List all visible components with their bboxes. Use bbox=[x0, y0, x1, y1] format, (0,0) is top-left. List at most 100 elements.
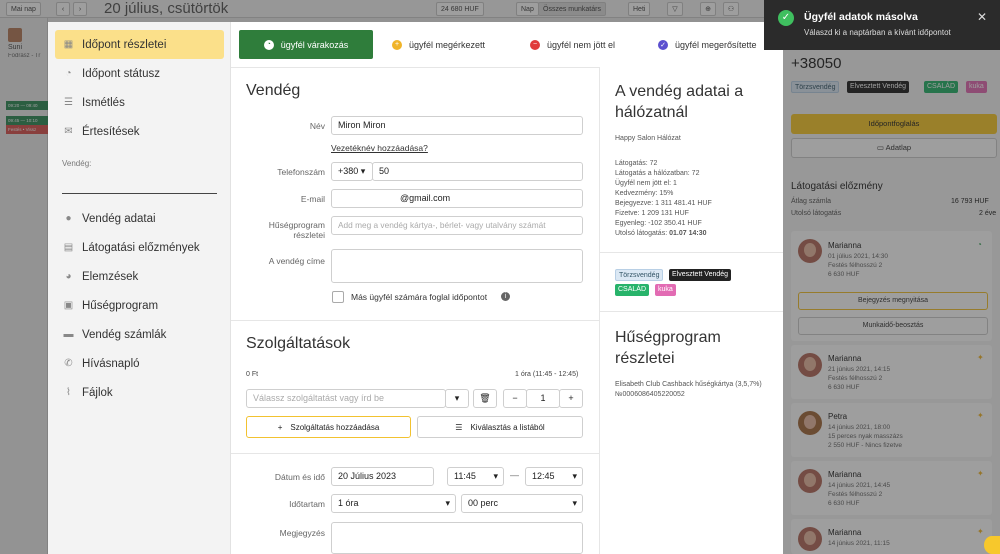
pie-icon: ◕ bbox=[65, 271, 72, 282]
check-circle-icon: ✓ bbox=[778, 10, 794, 26]
stat-paid: Fizetve: 1 209 131 HUF bbox=[615, 210, 689, 217]
divider bbox=[231, 453, 599, 454]
date-input[interactable]: 20 Július 2023 bbox=[331, 467, 434, 486]
phone-label: Telefonszám bbox=[277, 167, 325, 177]
phone-prefix-select[interactable]: +380 ▾ bbox=[331, 162, 373, 181]
status-tabs: ◔ ügyfél várakozás + ügyfél megérkezett − ü… bbox=[239, 30, 783, 59]
increase-quantity-button[interactable]: + bbox=[559, 389, 583, 408]
plus-icon: + bbox=[277, 422, 283, 432]
wallet-icon: ▬ bbox=[63, 329, 74, 340]
chat-icon: ✉ bbox=[64, 126, 73, 137]
nav-analytics[interactable]: ◕ Elemzések bbox=[55, 262, 224, 291]
services-total: 0 Ft bbox=[246, 371, 259, 378]
decrease-quantity-button[interactable]: − bbox=[503, 389, 527, 408]
stat-discount: Kedvezmény: 15% bbox=[615, 190, 674, 197]
list-icon: ☰ bbox=[64, 97, 73, 108]
nav-files[interactable]: ⌇ Fájlok bbox=[55, 378, 224, 407]
duration-hours-select[interactable]: 1 óra ▾ bbox=[331, 494, 456, 513]
tag-lost: Elvesztett Vendég bbox=[669, 269, 732, 281]
stat-network-visits: Látogatás a hálózatban: 72 bbox=[615, 170, 700, 177]
services-duration: 1 óra (11:45 - 12:45) bbox=[515, 371, 579, 378]
note-label: Megjegyzés bbox=[279, 528, 325, 538]
minus-circle-icon: − bbox=[530, 39, 540, 50]
email-input[interactable]: @gmail.com bbox=[331, 189, 583, 208]
duration-minutes-select[interactable]: 00 perc ▾ bbox=[461, 494, 583, 513]
tag-family: CSALÁD bbox=[615, 284, 650, 296]
user-icon: ● bbox=[65, 213, 72, 224]
loyalty-card: Elisabeth Club Cashback hűségkártya (3,5… bbox=[615, 381, 762, 398]
phone-input[interactable]: 50 bbox=[372, 162, 583, 181]
stat-registered: Bejegyezve: 1 311 481.41 HUF bbox=[615, 200, 712, 207]
check-circle-icon: ✓ bbox=[658, 39, 668, 50]
nav-guest-data[interactable]: ● Vendég adatai bbox=[55, 204, 224, 233]
name-label: Név bbox=[309, 121, 325, 131]
plus-circle-icon: + bbox=[392, 39, 402, 50]
divider bbox=[600, 311, 784, 312]
tab-status-arrived[interactable]: + ügyfél megérkezett bbox=[392, 30, 485, 59]
nav-visit-history[interactable]: ▤ Látogatási előzmények bbox=[55, 233, 224, 262]
side-panel-dim bbox=[783, 22, 1000, 554]
start-time-select[interactable]: 11:45 ▾ bbox=[447, 467, 504, 486]
nav-appointment-details[interactable]: ▦ Időpont részletei bbox=[55, 30, 224, 59]
network-title: A vendég adatai a hálózatnál bbox=[615, 83, 744, 121]
other-client-label: Más ügyfél számára foglal időpontot bbox=[351, 292, 488, 302]
clock-icon: ◔ bbox=[263, 39, 274, 50]
trash-icon[interactable]: 🗑 bbox=[473, 389, 497, 408]
loyalty-input[interactable]: Add meg a vendég kártya-, bérlet- vagy u… bbox=[331, 216, 583, 235]
tab-status-confirmed[interactable]: ✓ ügyfél megerősítette bbox=[658, 30, 757, 59]
salon-name: Happy Salon Hálózat bbox=[615, 135, 681, 142]
loyalty-label: Hűségprogram részletei bbox=[268, 220, 325, 240]
info-icon[interactable]: i bbox=[501, 292, 510, 301]
guest-label: Vendég: bbox=[62, 159, 92, 168]
nav-appointment-status[interactable]: ◔ Időpont státusz bbox=[55, 59, 224, 88]
name-input[interactable]: Miron Miron bbox=[331, 116, 583, 135]
pick-from-list-button[interactable]: ☰ Kiválasztás a listából bbox=[417, 416, 583, 438]
tab-status-no-show[interactable]: − ügyfél nem jött el bbox=[530, 30, 615, 59]
quantity-input[interactable]: 1 bbox=[526, 389, 560, 408]
copy-toast: ✓ Ügyfél adatok másolva Válaszd ki a nap… bbox=[764, 0, 1000, 50]
note-textarea[interactable] bbox=[331, 522, 583, 554]
divider bbox=[231, 320, 599, 321]
guest-section-title: Vendég bbox=[246, 82, 301, 99]
tab-status-waiting[interactable]: ◔ ügyfél várakozás bbox=[239, 30, 373, 59]
service-select[interactable]: Válassz szolgáltatást vagy írd be bbox=[246, 389, 446, 408]
paperclip-icon: ⌇ bbox=[66, 387, 71, 398]
modal-sidebar: ▦ Időpont részletei ◔ Időpont státusz ☰ Ism… bbox=[48, 22, 231, 554]
divider bbox=[231, 67, 599, 68]
tag-trash: kuka bbox=[655, 284, 676, 296]
nav-notifications[interactable]: ✉ Értesítések bbox=[55, 117, 224, 146]
loyalty-title: Hűségprogram részletei bbox=[615, 329, 721, 367]
chevron-down-icon[interactable]: ▾ bbox=[445, 389, 469, 408]
services-section-title: Szolgáltatások bbox=[246, 335, 351, 352]
add-service-button[interactable]: + Szolgáltatás hozzáadása bbox=[246, 416, 411, 438]
other-client-checkbox[interactable] bbox=[332, 291, 344, 303]
stat-visits: Látogatás: 72 bbox=[615, 160, 658, 167]
address-textarea[interactable] bbox=[331, 249, 583, 283]
toast-message: Válaszd ki a naptárban a kívánt időponto… bbox=[804, 28, 951, 37]
nav-repeat[interactable]: ☰ Ismétlés bbox=[55, 88, 224, 117]
address-label: A vendég címe bbox=[268, 256, 325, 266]
nav-guest-invoices[interactable]: ▬ Vendég számlák bbox=[55, 320, 224, 349]
stat-no-show: Ügyfél nem jött el: 1 bbox=[615, 180, 677, 187]
gift-icon: ▣ bbox=[63, 300, 74, 311]
clock-icon: ◔ bbox=[65, 68, 72, 79]
appointment-modal: ▦ Időpont részletei ◔ Időpont státusz ☰ Ism… bbox=[48, 22, 784, 554]
help-widget-icon[interactable] bbox=[984, 536, 1000, 554]
nav-loyalty[interactable]: ▣ Hűségprogram bbox=[55, 291, 224, 320]
guest-network-info: A vendég adatai a hálózatnál Happy Salon… bbox=[599, 67, 784, 554]
nav-call-log[interactable]: ✆ Hívásnapló bbox=[55, 349, 224, 378]
email-label: E-mail bbox=[300, 194, 325, 204]
toast-title: Ügyfél adatok másolva bbox=[804, 11, 918, 23]
stat-last-visit: Utolsó látogatás: 01.07 14:30 bbox=[615, 230, 707, 237]
duration-label: Időtartam bbox=[289, 499, 325, 509]
guest-underline bbox=[62, 193, 217, 194]
appointment-form: Vendég Név Miron Miron Vezetéknév hozzáa… bbox=[231, 67, 599, 554]
add-surname-link[interactable]: Vezetéknév hozzáadása? bbox=[331, 143, 428, 153]
time-separator: — bbox=[510, 470, 519, 480]
close-icon[interactable]: ✕ bbox=[977, 10, 987, 24]
list-icon: ☰ bbox=[455, 422, 463, 432]
table-icon: ▤ bbox=[63, 242, 74, 253]
end-time-select[interactable]: 12:45 ▾ bbox=[525, 467, 583, 486]
tag-regular: Törzsvendég bbox=[615, 269, 664, 281]
calendar-icon: ▦ bbox=[63, 39, 74, 50]
